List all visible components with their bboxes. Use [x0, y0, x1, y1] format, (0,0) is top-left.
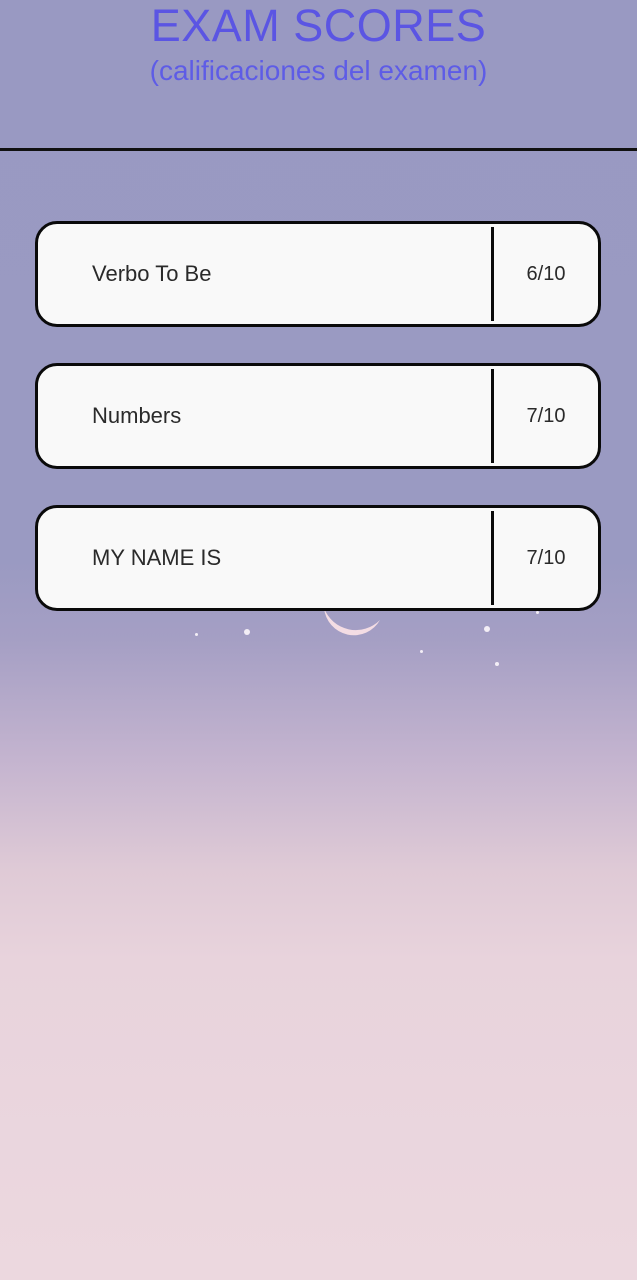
exam-name: MY NAME IS	[92, 545, 222, 570]
exam-score: 7/10	[526, 405, 566, 427]
exam-name: Numbers	[92, 403, 182, 428]
page-subtitle: (calificaciones del examen)	[149, 55, 488, 86]
exam-name: Verbo To Be	[92, 261, 212, 286]
app-header: EXAM SCORES (calificaciones del examen)	[0, 0, 637, 151]
score-list: Verbo To Be 6/10 Numbers 7/10 MY NAME IS…	[35, 221, 602, 647]
exam-score: 7/10	[526, 547, 566, 569]
star-icon	[495, 662, 499, 666]
page-title: EXAM SCORES	[150, 0, 487, 51]
score-card-my-name-is[interactable]: MY NAME IS 7/10	[35, 505, 601, 611]
exam-score: 6/10	[526, 263, 566, 285]
score-card-numbers[interactable]: Numbers 7/10	[35, 363, 601, 469]
score-card-verbo-to-be[interactable]: Verbo To Be 6/10	[35, 221, 601, 327]
star-icon	[420, 650, 423, 653]
